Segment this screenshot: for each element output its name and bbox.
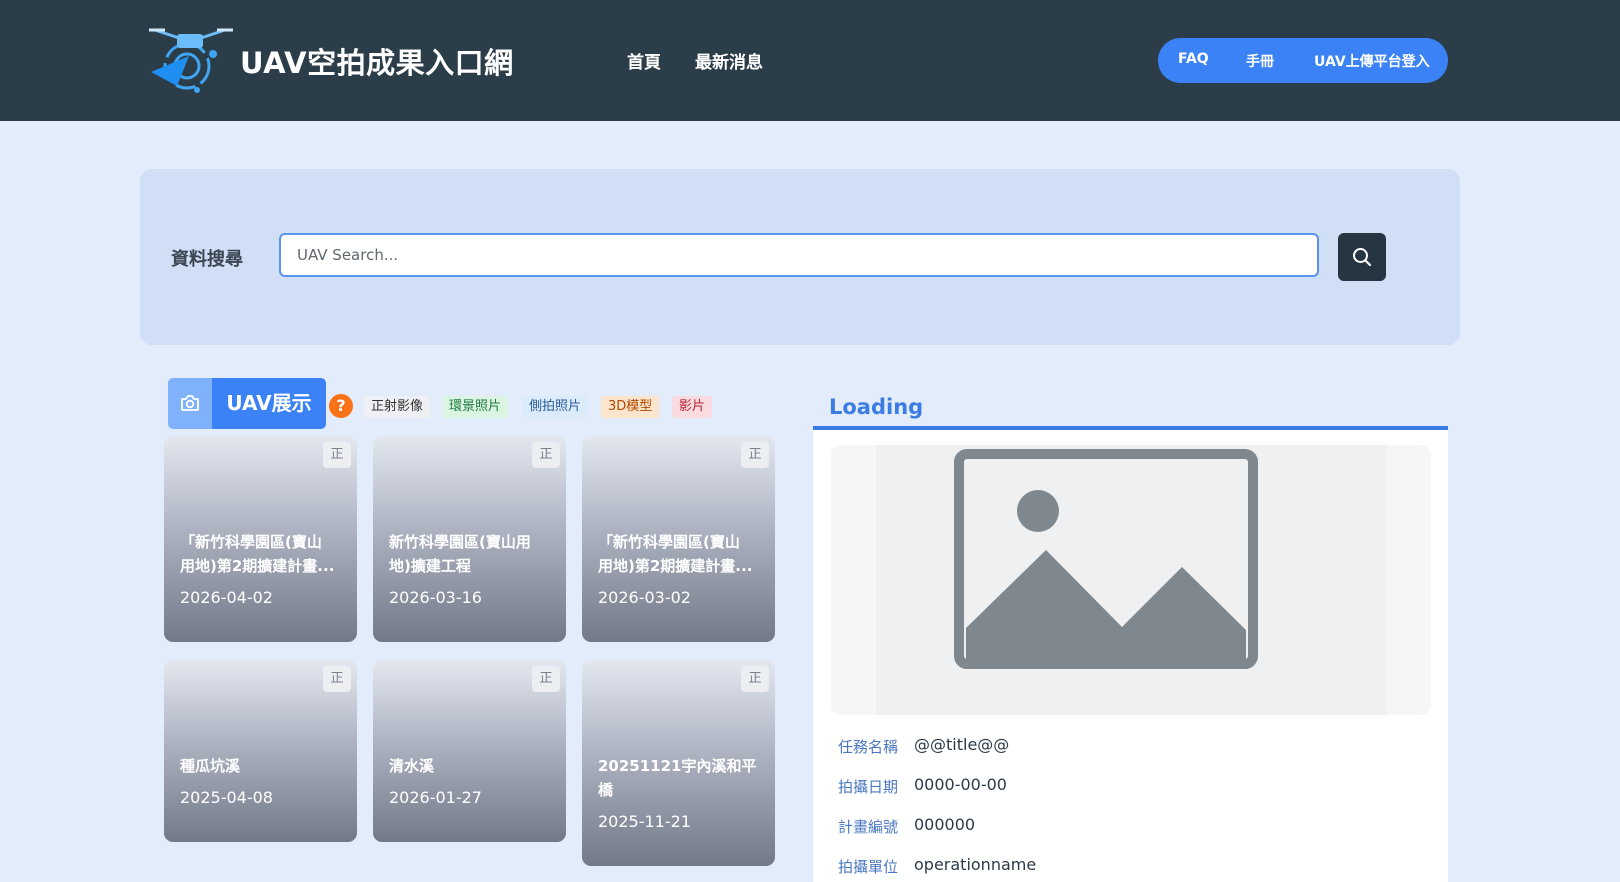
field-value-capture-date: 0000-00-00 [914, 775, 1007, 794]
tag-oblique-photo[interactable]: 側拍照片 [522, 396, 589, 418]
type-badge: 正 [532, 666, 560, 692]
preview-image[interactable] [831, 445, 1431, 715]
preview-image-area [876, 445, 1386, 715]
card-title: 種瓜坑溪 [180, 757, 241, 775]
upload-platform-login-link[interactable]: UAV上傳平台登入 [1314, 51, 1430, 71]
tag-3d-model[interactable]: 3D模型 [601, 396, 660, 418]
nav-latest-news[interactable]: 最新消息 [695, 48, 763, 73]
card-date: 2026-01-27 [389, 788, 482, 807]
search-button[interactable] [1338, 233, 1386, 281]
result-card[interactable]: 正 20251121宇內溪和平 橋 2025-11-21 [582, 660, 775, 866]
card-title: 清水溪 [389, 757, 435, 775]
card-date: 2026-03-02 [598, 588, 691, 607]
result-card[interactable]: 正 「新竹科學園區(寶山 用地)第2期擴建計畫... 2026-04-02 [164, 436, 357, 642]
search-input[interactable] [279, 233, 1319, 277]
tag-video[interactable]: 影片 [672, 396, 713, 418]
search-icon [1353, 248, 1372, 267]
card-date: 2025-04-08 [180, 788, 273, 807]
top-navbar: UAV空拍成果入口網 首頁 最新消息 FAQ 手冊 UAV上傳平台登入 [0, 0, 1620, 121]
field-label-operator: 拍攝單位 [838, 858, 899, 876]
top-right-links: FAQ 手冊 UAV上傳平台登入 [1158, 38, 1448, 83]
search-label: 資料搜尋 [171, 249, 243, 270]
card-date: 2026-03-16 [389, 588, 482, 607]
type-badge: 正 [741, 666, 769, 692]
result-card[interactable]: 正 清水溪 2026-01-27 [373, 660, 566, 842]
field-value-project-id: 000000 [914, 815, 976, 834]
field-label-project-id: 計畫編號 [838, 818, 899, 836]
faq-link[interactable]: FAQ [1178, 51, 1209, 67]
type-badge: 正 [323, 442, 351, 468]
type-badge: 正 [323, 666, 351, 692]
tag-panorama[interactable]: 環景照片 [442, 396, 509, 418]
type-badge: 正 [532, 442, 560, 468]
type-badge: 正 [741, 442, 769, 468]
field-value-mission-name: @@title@@ [914, 735, 1010, 754]
card-title: 新竹科學園區(寶山用 地)擴建工程 [389, 533, 531, 575]
camera-icon [181, 395, 199, 411]
manual-link[interactable]: 手冊 [1246, 51, 1274, 71]
drone-icon[interactable] [149, 26, 233, 94]
image-placeholder-icon [954, 449, 1258, 669]
field-label-mission-name: 任務名稱 [838, 738, 899, 756]
card-title: 20251121宇內溪和平 橋 [598, 757, 757, 799]
card-date: 2026-04-02 [180, 588, 273, 607]
site-title[interactable]: UAV空拍成果入口網 [240, 40, 514, 82]
result-card[interactable]: 正 種瓜坑溪 2025-04-08 [164, 660, 357, 842]
field-label-capture-date: 拍攝日期 [838, 778, 899, 796]
field-value-operator: operationname [914, 855, 1037, 874]
result-card[interactable]: 正 新竹科學園區(寶山用 地)擴建工程 2026-03-16 [373, 436, 566, 642]
search-panel: 資料搜尋 [140, 169, 1460, 345]
detail-title: Loading [829, 395, 924, 419]
nav-home[interactable]: 首頁 [627, 48, 661, 73]
help-icon[interactable]: ? [329, 394, 353, 418]
uav-showcase-label: UAV展示 [212, 378, 326, 429]
card-title: 「新竹科學園區(寶山 用地)第2期擴建計畫... [180, 533, 335, 575]
uav-showcase-tab[interactable]: UAV展示 [168, 378, 326, 429]
detail-panel: 任務名稱 @@title@@ 拍攝日期 0000-00-00 計畫編號 0000… [813, 430, 1448, 882]
card-date: 2025-11-21 [598, 812, 691, 831]
card-title: 「新竹科學園區(寶山 用地)第2期擴建計畫... [598, 533, 753, 575]
result-card[interactable]: 正 「新竹科學園區(寶山 用地)第2期擴建計畫... 2026-03-02 [582, 436, 775, 642]
camera-icon-box [168, 378, 212, 429]
tag-orthophoto[interactable]: 正射影像 [364, 396, 431, 418]
